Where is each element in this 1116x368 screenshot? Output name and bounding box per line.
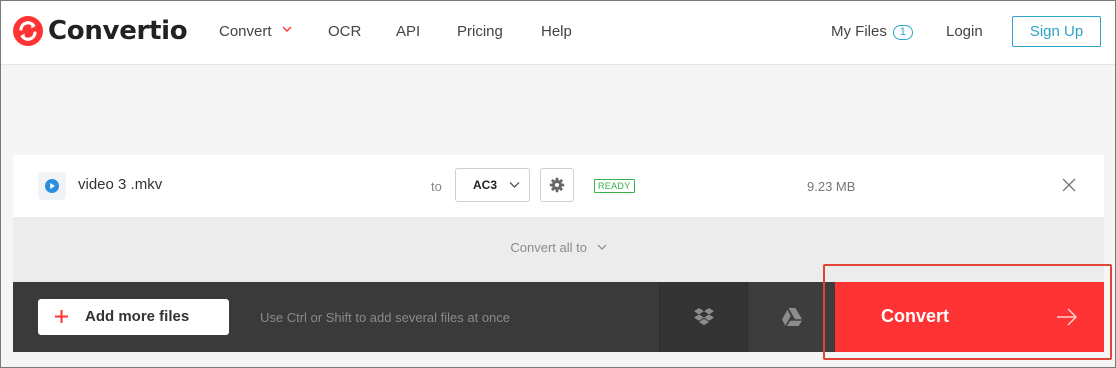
- target-format-value: AC3: [473, 178, 498, 192]
- logo-text: Convertio: [48, 16, 188, 46]
- convert-all-dropdown[interactable]: Convert all to: [13, 240, 1104, 255]
- chevron-down-icon: [597, 244, 607, 250]
- chevron-down-icon: [509, 182, 520, 188]
- plus-icon: [55, 310, 68, 323]
- close-icon[interactable]: [1061, 177, 1077, 193]
- my-files-link[interactable]: My Files 1: [831, 23, 913, 40]
- my-files-label: My Files: [831, 23, 887, 40]
- file-name: video 3 .mkv: [78, 176, 163, 193]
- multi-select-hint: Use Ctrl or Shift to add several files a…: [260, 310, 511, 325]
- file-panel: video 3 .mkv to AC3 READY 9.23 MB Conver…: [13, 155, 1104, 352]
- nav-ocr[interactable]: OCR: [328, 23, 361, 40]
- file-row: video 3 .mkv to AC3 READY 9.23 MB: [13, 155, 1104, 217]
- file-size: 9.23 MB: [807, 179, 856, 194]
- nav-convert-label: Convert: [219, 23, 272, 40]
- target-format-select[interactable]: AC3: [455, 168, 530, 202]
- video-file-icon: [45, 179, 59, 193]
- status-badge: READY: [594, 179, 635, 193]
- bottom-action-bar: Add more files Use Ctrl or Shift to add …: [13, 282, 1104, 352]
- signup-button[interactable]: Sign Up: [1012, 16, 1101, 47]
- play-icon: [38, 172, 66, 200]
- nav-help[interactable]: Help: [541, 23, 572, 40]
- nav-api[interactable]: API: [396, 23, 420, 40]
- nav-convert[interactable]: Convert: [219, 23, 292, 40]
- convert-all-label: Convert all to: [510, 240, 587, 255]
- login-link[interactable]: Login: [946, 23, 983, 40]
- logo[interactable]: Convertio: [12, 15, 188, 47]
- google-drive-button[interactable]: [747, 282, 835, 352]
- gear-icon: [549, 177, 565, 193]
- dropbox-button[interactable]: [659, 282, 747, 352]
- convert-button[interactable]: Convert: [835, 282, 1104, 352]
- google-drive-icon: [781, 308, 802, 326]
- to-label: to: [431, 179, 442, 194]
- convertio-logo-icon: [13, 16, 43, 46]
- top-header: Convertio Convert OCR API Pricing Help M…: [1, 1, 1115, 65]
- add-more-files-label: Add more files: [85, 308, 190, 325]
- chevron-down-icon: [282, 26, 292, 32]
- nav-pricing[interactable]: Pricing: [457, 23, 503, 40]
- dropbox-icon: [693, 308, 714, 326]
- arrow-right-icon: [1057, 308, 1078, 326]
- add-more-files-button[interactable]: Add more files: [38, 299, 229, 335]
- settings-button[interactable]: [540, 168, 574, 202]
- convert-button-label: Convert: [881, 306, 950, 326]
- my-files-count-badge: 1: [892, 25, 913, 40]
